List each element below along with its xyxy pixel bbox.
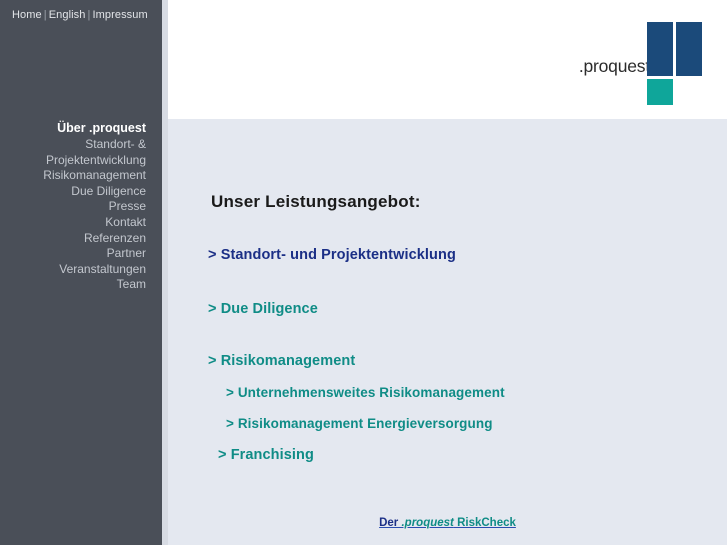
service-link-unternehmensweites-risikomanagement[interactable]: > Unternehmensweites Risikomanagement [226, 385, 505, 400]
logo-block-right-icon [676, 22, 702, 76]
service-link-risikomanagement-energieversorgung[interactable]: > Risikomanagement Energieversorgung [226, 416, 493, 431]
sidebar-item-team[interactable]: Team [0, 277, 146, 293]
sidebar-item-kontakt[interactable]: Kontakt [0, 215, 146, 231]
logo-block-left-icon [647, 22, 673, 76]
riskcheck-link[interactable]: Der .proquest RiskCheck [379, 517, 516, 529]
header: .proquest [168, 0, 727, 119]
proquest-logo[interactable]: .proquest [559, 17, 709, 105]
sidebar: Home | English | Impressum Über .proquest St… [0, 0, 162, 545]
sidebar-nav: Über .proquest Standort- & Projektentwic… [0, 120, 152, 293]
sidebar-item-ueber-proquest[interactable]: Über .proquest [0, 120, 146, 137]
riskcheck-link-suffix: RiskCheck [453, 517, 516, 529]
topnav-home[interactable]: Home [12, 9, 42, 21]
footer: Der .proquest RiskCheck [168, 517, 727, 529]
topnav-separator-1: | [43, 9, 47, 21]
service-link-risikomanagement[interactable]: > Risikomanagement [208, 353, 355, 369]
topnav-impressum[interactable]: Impressum [92, 9, 147, 21]
page-title: Unser Leistungsangebot: [211, 192, 421, 212]
logo-block-accent-icon [647, 79, 673, 105]
service-link-franchising[interactable]: > Franchising [218, 447, 314, 463]
sidebar-item-referenzen[interactable]: Referenzen [0, 231, 146, 247]
main-content: Unser Leistungsangebot: > Standort- und … [168, 119, 727, 545]
sidebar-item-veranstaltungen[interactable]: Veranstaltungen [0, 262, 146, 278]
topnav-english[interactable]: English [49, 9, 86, 21]
sidebar-item-partner[interactable]: Partner [0, 246, 146, 262]
riskcheck-link-prefix: Der [379, 517, 402, 529]
page-root: Home | English | Impressum Über .proquest St… [0, 0, 727, 545]
topnav: Home | English | Impressum [12, 9, 148, 21]
service-link-standort-und-projektentwicklung[interactable]: > Standort- und Projektentwicklung [208, 247, 456, 263]
sidebar-item-risikomanagement[interactable]: Risikomanagement [0, 168, 146, 184]
sidebar-item-due-diligence[interactable]: Due Diligence [0, 184, 146, 200]
logo-wordmark: .proquest [578, 56, 650, 76]
sidebar-item-standort-projektentwicklung[interactable]: Standort- & Projektentwicklung [0, 137, 146, 168]
sidebar-item-presse[interactable]: Presse [0, 199, 146, 215]
riskcheck-link-brand: .proquest [401, 517, 454, 529]
service-link-due-diligence[interactable]: > Due Diligence [208, 301, 318, 317]
